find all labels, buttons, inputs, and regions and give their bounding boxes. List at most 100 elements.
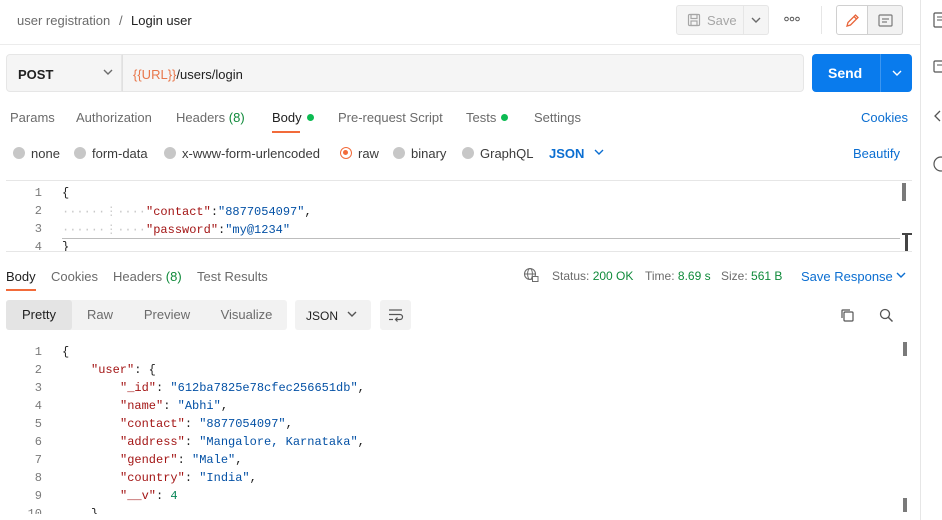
chevron-down-icon xyxy=(103,69,113,76)
code-line: "contact": "8877054097", xyxy=(120,417,293,431)
json-key: "__v" xyxy=(120,489,157,503)
json-string: "612ba7825e78cfec256651db" xyxy=(170,381,358,395)
send-label: Send xyxy=(828,65,863,81)
vertical-scrollbar-bottom[interactable] xyxy=(903,498,907,512)
tab-body-label: Body xyxy=(272,110,302,125)
documentation-icon[interactable] xyxy=(933,12,942,28)
code-line: "name": "Abhi", xyxy=(120,399,229,413)
json-key: "contact" xyxy=(146,205,211,219)
http-method-select[interactable]: POST xyxy=(6,54,122,92)
cookies-link[interactable]: Cookies xyxy=(861,110,908,125)
send-button[interactable]: Send xyxy=(812,54,880,92)
view-mode-preview[interactable]: Preview xyxy=(128,300,206,330)
view-mode-raw[interactable]: Raw xyxy=(72,300,128,330)
json-string: "Mangalore, Karnataka" xyxy=(199,435,358,449)
edit-mode-button[interactable] xyxy=(836,5,868,35)
status-label: Status: xyxy=(552,269,590,283)
response-tab-headers[interactable]: Headers (8) xyxy=(113,269,182,284)
indent-guide: ······⋮···· xyxy=(62,223,147,237)
breadcrumb-request-name[interactable]: Login user xyxy=(131,13,192,28)
time-value: 8.69 s xyxy=(677,269,711,283)
json-key: "gender" xyxy=(120,453,178,467)
size-label: Size: xyxy=(721,269,748,283)
code-icon[interactable] xyxy=(934,110,942,122)
code-line: ······⋮····"password":"my@1234" xyxy=(62,223,291,237)
save-options-button[interactable] xyxy=(744,5,769,35)
tab-headers[interactable]: Headers (8) xyxy=(176,110,245,125)
tab-settings[interactable]: Settings xyxy=(534,110,581,125)
radio-circle xyxy=(393,147,405,159)
vertical-scrollbar-top[interactable] xyxy=(903,342,907,356)
response-tab-cookies[interactable]: Cookies xyxy=(51,269,98,284)
body-format-select[interactable]: JSON xyxy=(549,146,584,161)
code-brace-close: } xyxy=(62,240,70,252)
save-label: Save xyxy=(707,13,737,28)
code-line: "address": "Mangalore, Karnataka", xyxy=(120,435,365,449)
chevron-down-icon[interactable] xyxy=(896,272,906,279)
wrap-lines-icon xyxy=(388,308,404,322)
active-tab-underline xyxy=(272,131,300,133)
view-mode-pretty[interactable]: Pretty xyxy=(6,300,72,330)
code-line: "__v": 4 xyxy=(120,489,178,503)
more-horizontal-icon xyxy=(784,16,800,22)
radio-circle xyxy=(74,147,86,159)
line-number: 5 xyxy=(34,417,42,431)
body-type-form-data-label: form-data xyxy=(92,146,148,161)
chevron-down-icon xyxy=(347,311,357,318)
vertical-scrollbar[interactable] xyxy=(902,183,906,201)
json-string: "India" xyxy=(199,471,250,485)
globe-icon[interactable] xyxy=(523,267,539,283)
status-value: 200 OK xyxy=(592,269,634,283)
save-response-button[interactable]: Save Response xyxy=(801,269,893,284)
header-divider-line xyxy=(0,44,920,45)
line-number: 4 xyxy=(34,240,42,252)
response-format-select[interactable]: JSON xyxy=(295,300,371,330)
json-string: "8877054097" xyxy=(199,417,286,431)
tab-pre-request-script[interactable]: Pre-request Script xyxy=(338,110,443,125)
chevron-down-icon[interactable] xyxy=(594,149,604,156)
url-value: {{URL}}/users/login xyxy=(133,67,243,82)
tab-tests-indicator xyxy=(501,114,509,121)
copy-icon[interactable] xyxy=(840,308,855,323)
line-number: 2 xyxy=(34,204,42,218)
http-method-label: POST xyxy=(18,67,54,82)
response-time: Time: 8.69 s xyxy=(645,269,711,283)
response-body-viewer[interactable]: 1 2 3 4 5 6 7 8 9 10 { "user": { "_id": … xyxy=(6,340,912,514)
comments-icon[interactable] xyxy=(933,60,942,76)
tab-tests[interactable]: Tests xyxy=(466,110,509,125)
line-number: 1 xyxy=(34,345,42,359)
response-tab-body[interactable]: Body xyxy=(6,269,36,284)
url-path: /users/login xyxy=(176,67,243,82)
response-tab-test-results[interactable]: Test Results xyxy=(197,269,268,284)
code-brace-open: { xyxy=(62,186,70,200)
editor-bottom-line xyxy=(62,238,900,239)
save-button[interactable]: Save xyxy=(676,5,744,35)
search-icon[interactable] xyxy=(879,308,894,323)
send-options-button[interactable] xyxy=(880,54,912,92)
code-brace-open: { xyxy=(62,345,70,359)
tab-authorization[interactable]: Authorization xyxy=(76,110,152,125)
indent-guide: ······⋮···· xyxy=(62,205,147,219)
request-body-editor[interactable]: 1 2 3 4 { ······⋮····"contact":"88770540… xyxy=(6,180,912,252)
chevron-down-icon xyxy=(892,70,902,77)
json-key: "contact" xyxy=(120,417,185,431)
line-number: 6 xyxy=(34,435,42,449)
code-line: ······⋮····"contact":"8877054097", xyxy=(62,205,312,219)
wrap-lines-button[interactable] xyxy=(380,300,411,330)
url-variable: {{URL}} xyxy=(133,67,177,82)
info-icon[interactable] xyxy=(933,156,942,172)
breadcrumb-collection[interactable]: user registration xyxy=(17,13,110,28)
view-mode-visualize[interactable]: Visualize xyxy=(206,300,287,330)
url-input[interactable]: {{URL}}/users/login xyxy=(122,54,804,92)
more-options-button[interactable] xyxy=(780,9,804,31)
beautify-link[interactable]: Beautify xyxy=(853,146,900,161)
tab-params[interactable]: Params xyxy=(10,110,55,125)
json-key: "country" xyxy=(120,471,185,485)
code-line: "country": "India", xyxy=(120,471,257,485)
response-format-label: JSON xyxy=(306,309,339,323)
line-number: 9 xyxy=(34,489,42,503)
line-number: 3 xyxy=(34,222,42,236)
documentation-button[interactable] xyxy=(868,5,903,35)
tab-body[interactable]: Body xyxy=(272,110,314,125)
request-header: user registration / Login user Save xyxy=(0,0,920,40)
